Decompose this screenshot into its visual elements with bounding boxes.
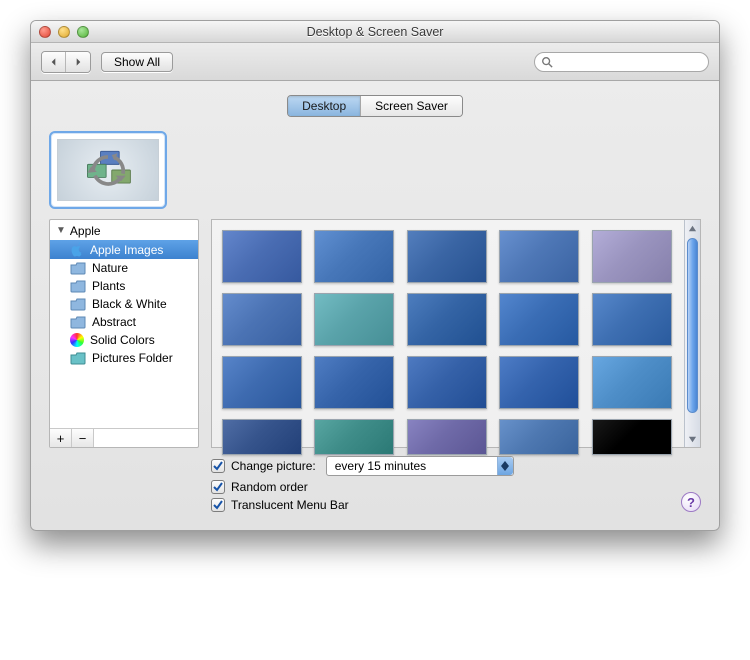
sidebar-item-nature[interactable]: Nature: [50, 259, 198, 277]
checkmark-icon: [212, 481, 224, 493]
tab-screensaver[interactable]: Screen Saver: [361, 96, 462, 116]
sidebar-item-label: Abstract: [92, 315, 136, 329]
search-input[interactable]: [557, 56, 702, 68]
minimize-window-button[interactable]: [58, 26, 70, 38]
tree-group-label: Apple: [70, 224, 101, 238]
window-title: Desktop & Screen Saver: [31, 25, 719, 39]
nav-back-forward: [41, 51, 91, 73]
scroll-down-button[interactable]: [685, 431, 700, 447]
wallpaper-thumbnail[interactable]: [407, 230, 487, 283]
scrollbar-thumb[interactable]: [687, 238, 698, 413]
random-order-label: Random order: [231, 480, 308, 494]
sidebar-item-label: Pictures Folder: [92, 351, 173, 365]
wallpaper-thumbnail[interactable]: [407, 356, 487, 409]
sidebar-item-solid-colors[interactable]: Solid Colors: [50, 331, 198, 349]
tab-desktop[interactable]: Desktop: [288, 96, 361, 116]
change-picture-checkbox[interactable]: [211, 459, 225, 473]
wallpaper-thumbnail[interactable]: [222, 230, 302, 283]
wallpaper-thumbnail[interactable]: [592, 356, 672, 409]
popup-arrows-icon: [497, 457, 513, 475]
sidebar-item-plants[interactable]: Plants: [50, 277, 198, 295]
folder-icon: [70, 352, 86, 365]
vertical-scrollbar[interactable]: [684, 220, 700, 447]
sidebar-actions: + −: [50, 428, 198, 447]
wallpaper-thumbnail[interactable]: [314, 356, 394, 409]
titlebar: Desktop & Screen Saver: [31, 21, 719, 43]
source-sidebar: ▼ Apple Apple Images Nature: [49, 219, 199, 448]
back-button[interactable]: [42, 52, 66, 72]
close-window-button[interactable]: [39, 26, 51, 38]
sidebar-item-label: Black & White: [92, 297, 167, 311]
search-icon: [541, 56, 553, 68]
sidebar-item-label: Nature: [92, 261, 128, 275]
wallpaper-thumbnail[interactable]: [407, 293, 487, 346]
change-interval-popup[interactable]: every 15 minutes: [326, 456, 514, 476]
wallpaper-thumbnail[interactable]: [499, 230, 579, 283]
thumbnail-grid: [212, 220, 684, 447]
chevron-right-icon: [74, 57, 83, 67]
tree-group-apple[interactable]: ▼ Apple: [50, 222, 198, 240]
wallpaper-thumbnail[interactable]: [314, 230, 394, 283]
desktop-preview-well: [49, 131, 167, 209]
desktop-preview: [49, 131, 701, 209]
wallpaper-thumbnail[interactable]: [499, 356, 579, 409]
chevron-left-icon: [49, 57, 58, 67]
change-interval-value: every 15 minutes: [327, 459, 497, 473]
disclosure-triangle-icon: ▼: [56, 225, 66, 236]
toolbar: Show All: [31, 43, 719, 81]
translucent-menubar-checkbox[interactable]: [211, 498, 225, 512]
help-button[interactable]: ?: [681, 492, 701, 512]
checkmark-icon: [212, 499, 224, 511]
options-group: Change picture: every 15 minutes: [211, 456, 701, 512]
wallpaper-thumbnail[interactable]: [592, 230, 672, 283]
tab-bar: Desktop Screen Saver: [49, 95, 701, 117]
folder-icon: [70, 298, 86, 311]
color-wheel-icon: [70, 333, 84, 347]
remove-folder-button[interactable]: −: [72, 429, 94, 447]
zoom-window-button[interactable]: [77, 26, 89, 38]
sidebar-item-label: Solid Colors: [90, 333, 155, 347]
cycle-icon: [57, 139, 159, 201]
wallpaper-thumbnail[interactable]: [499, 293, 579, 346]
window-controls: [39, 26, 89, 38]
thumbnail-panel: [211, 219, 701, 448]
sidebar-item-pictures-folder[interactable]: Pictures Folder: [50, 349, 198, 367]
source-tree: ▼ Apple Apple Images Nature: [50, 220, 198, 428]
wallpaper-thumbnail[interactable]: [222, 293, 302, 346]
change-picture-label: Change picture:: [231, 459, 316, 473]
search-field[interactable]: [534, 52, 709, 72]
folder-icon: [70, 262, 86, 275]
sidebar-item-label: Plants: [92, 279, 125, 293]
sidebar-item-abstract[interactable]: Abstract: [50, 313, 198, 331]
add-folder-button[interactable]: +: [50, 429, 72, 447]
sidebar-item-apple-images[interactable]: Apple Images: [50, 240, 198, 259]
sidebar-item-label: Apple Images: [90, 243, 163, 257]
content-area: Desktop Screen Saver: [31, 81, 719, 530]
folder-icon: [70, 316, 86, 329]
checkmark-icon: [212, 460, 224, 472]
thumbnail-scroll-view: [211, 219, 701, 448]
sidebar-item-blackwhite[interactable]: Black & White: [50, 295, 198, 313]
translucent-menubar-label: Translucent Menu Bar: [231, 498, 349, 512]
scroll-up-button[interactable]: [685, 220, 700, 236]
forward-button[interactable]: [66, 52, 90, 72]
wallpaper-thumbnail[interactable]: [314, 293, 394, 346]
show-all-button[interactable]: Show All: [101, 52, 173, 72]
wallpaper-thumbnail[interactable]: [592, 293, 672, 346]
wallpaper-thumbnail[interactable]: [222, 356, 302, 409]
folder-icon: [70, 280, 86, 293]
apple-logo-icon: [70, 242, 84, 257]
preferences-window: Desktop & Screen Saver Show All Desktop …: [30, 20, 720, 531]
random-order-checkbox[interactable]: [211, 480, 225, 494]
